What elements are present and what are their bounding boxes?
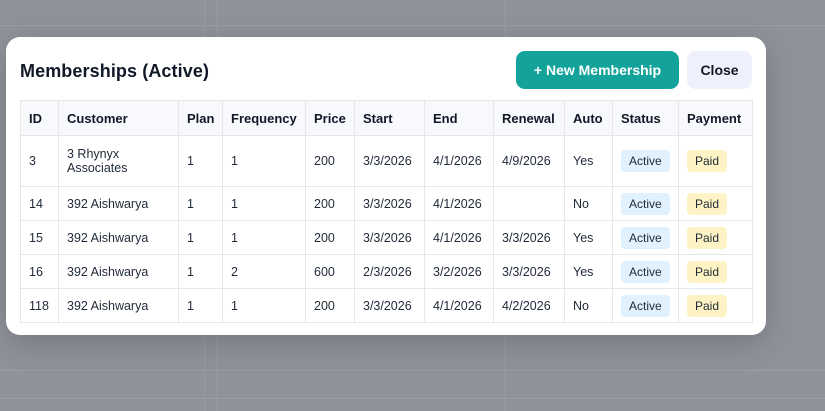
cell-status: Active: [612, 220, 679, 255]
payment-badge: Paid: [687, 294, 728, 317]
modal-title: Memberships (Active): [20, 61, 210, 81]
cell-start: 3/3/2026: [354, 220, 425, 255]
cell-end: 4/1/2026: [424, 135, 494, 187]
cell-payment: Paid: [678, 186, 753, 221]
cell-price: 600: [305, 254, 355, 289]
cell-auto: No: [564, 288, 613, 323]
cell-plan: 1: [178, 254, 223, 289]
cell-status: Active: [612, 288, 679, 323]
table-body: 3 3 Rhynyx Associates 1 1 200 3/3/2026 4…: [20, 135, 753, 323]
cell-start: 2/3/2026: [354, 254, 425, 289]
cell-customer: 392 Aishwarya: [58, 288, 179, 323]
column-header-plan[interactable]: Plan: [178, 100, 223, 136]
payment-badge: Paid: [687, 150, 728, 172]
cell-price: 200: [305, 288, 355, 323]
backdrop-divider: [0, 25, 825, 26]
cell-end: 4/1/2026: [424, 288, 494, 323]
table-row[interactable]: 14 392 Aishwarya 1 1 200 3/3/2026 4/1/20…: [20, 186, 753, 221]
cell-auto: Yes: [564, 254, 613, 289]
table-row[interactable]: 16 392 Aishwarya 1 2 600 2/3/2026 3/2/20…: [20, 254, 753, 289]
table-row[interactable]: 3 3 Rhynyx Associates 1 1 200 3/3/2026 4…: [20, 135, 753, 187]
memberships-table: ID Customer Plan Frequency Price Start E…: [20, 100, 753, 323]
table-header: ID Customer Plan Frequency Price Start E…: [20, 100, 753, 136]
backdrop-divider: [0, 370, 825, 371]
cell-id: 16: [20, 254, 59, 289]
table-header-row: ID Customer Plan Frequency Price Start E…: [20, 100, 753, 136]
close-button[interactable]: Close: [687, 51, 752, 89]
status-badge: Active: [621, 260, 670, 283]
cell-price: 200: [305, 135, 355, 187]
payment-badge: Paid: [687, 260, 728, 283]
cell-id: 15: [20, 220, 59, 255]
new-membership-button[interactable]: + New Membership: [516, 51, 679, 89]
cell-customer: 3 Rhynyx Associates: [58, 135, 179, 187]
cell-start: 3/3/2026: [354, 288, 425, 323]
column-header-status[interactable]: Status: [612, 100, 679, 136]
column-header-payment[interactable]: Payment: [678, 100, 753, 136]
cell-frequency: 1: [222, 186, 306, 221]
cell-status: Active: [612, 135, 679, 187]
cell-payment: Paid: [678, 288, 753, 323]
cell-id: 3: [20, 135, 59, 187]
status-badge: Active: [621, 192, 670, 215]
cell-frequency: 2: [222, 254, 306, 289]
column-header-customer[interactable]: Customer: [58, 100, 179, 136]
cell-status: Active: [612, 186, 679, 221]
cell-payment: Paid: [678, 135, 753, 187]
cell-end: 4/1/2026: [424, 186, 494, 221]
cell-auto: Yes: [564, 220, 613, 255]
cell-status: Active: [612, 254, 679, 289]
cell-end: 3/2/2026: [424, 254, 494, 289]
column-header-renewal[interactable]: Renewal: [493, 100, 565, 136]
modal-header: Memberships (Active) + New Membership Cl…: [6, 37, 766, 99]
cell-renewal: 3/3/2026: [493, 254, 565, 289]
column-header-id[interactable]: ID: [20, 100, 59, 136]
cell-renewal: [493, 186, 565, 221]
memberships-table-wrapper: ID Customer Plan Frequency Price Start E…: [20, 100, 753, 323]
cell-frequency: 1: [222, 288, 306, 323]
payment-badge: Paid: [687, 226, 728, 249]
cell-plan: 1: [178, 220, 223, 255]
cell-end: 4/1/2026: [424, 220, 494, 255]
cell-id: 118: [20, 288, 59, 323]
status-badge: Active: [621, 150, 670, 172]
cell-start: 3/3/2026: [354, 135, 425, 187]
status-badge: Active: [621, 294, 670, 317]
memberships-modal: Memberships (Active) + New Membership Cl…: [6, 37, 766, 335]
cell-plan: 1: [178, 288, 223, 323]
cell-start: 3/3/2026: [354, 186, 425, 221]
cell-frequency: 1: [222, 220, 306, 255]
cell-renewal: 4/9/2026: [493, 135, 565, 187]
column-header-auto[interactable]: Auto: [564, 100, 613, 136]
cell-frequency: 1: [222, 135, 306, 187]
cell-plan: 1: [178, 135, 223, 187]
status-badge: Active: [621, 226, 670, 249]
column-header-start[interactable]: Start: [354, 100, 425, 136]
payment-badge: Paid: [687, 192, 728, 215]
cell-auto: Yes: [564, 135, 613, 187]
cell-payment: Paid: [678, 220, 753, 255]
cell-renewal: 4/2/2026: [493, 288, 565, 323]
cell-price: 200: [305, 186, 355, 221]
cell-plan: 1: [178, 186, 223, 221]
cell-id: 14: [20, 186, 59, 221]
cell-auto: No: [564, 186, 613, 221]
backdrop-divider: [0, 398, 825, 399]
column-header-price[interactable]: Price: [305, 100, 355, 136]
column-header-frequency[interactable]: Frequency: [222, 100, 306, 136]
cell-customer: 392 Aishwarya: [58, 186, 179, 221]
cell-price: 200: [305, 220, 355, 255]
cell-payment: Paid: [678, 254, 753, 289]
cell-customer: 392 Aishwarya: [58, 254, 179, 289]
cell-customer: 392 Aishwarya: [58, 220, 179, 255]
table-row[interactable]: 15 392 Aishwarya 1 1 200 3/3/2026 4/1/20…: [20, 220, 753, 255]
column-header-end[interactable]: End: [424, 100, 494, 136]
cell-renewal: 3/3/2026: [493, 220, 565, 255]
table-row[interactable]: 118 392 Aishwarya 1 1 200 3/3/2026 4/1/2…: [20, 288, 753, 323]
